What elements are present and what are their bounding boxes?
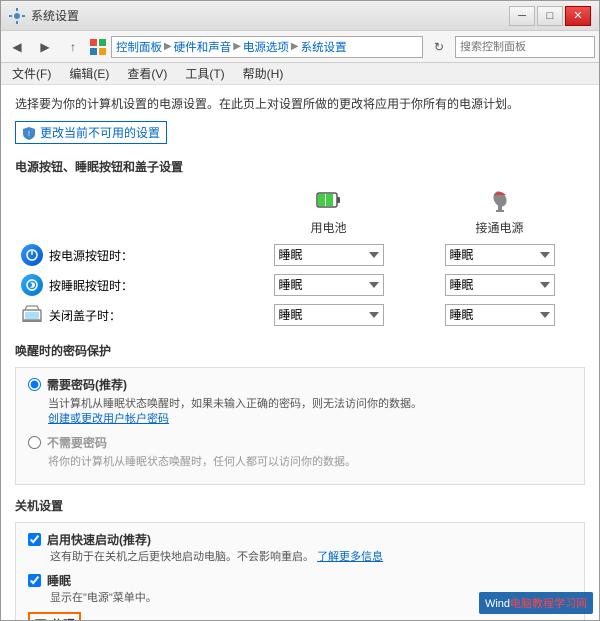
content-area: 选择要为你的计算机设置的电源设置。在此页上对设置所做的更改将应用于你所有的电源计… xyxy=(1,85,599,620)
shutdown-section-title: 关机设置 xyxy=(15,497,585,514)
breadcrumb-power[interactable]: 电源选项 xyxy=(243,39,289,55)
power-btn-battery-select[interactable]: 睡眠 关机 不采取任何操作 休眠 xyxy=(274,244,384,266)
windows-logo-icon xyxy=(89,38,107,56)
no-password-label: 不需要密码 xyxy=(47,434,107,451)
fast-startup-desc: 这有助于在关机之后更快地启动电脑。不会影响重启。 了解更多信息 xyxy=(50,550,572,565)
hibernate-checkbox[interactable] xyxy=(34,619,47,620)
title-bar-controls: ─ □ ✕ xyxy=(509,6,591,26)
search-input[interactable] xyxy=(460,41,600,53)
fast-startup-checkbox[interactable] xyxy=(28,533,41,546)
fast-startup-row: 启用快速启动(推荐) xyxy=(28,531,572,548)
menu-bar: 文件(F) 编辑(E) 查看(V) 工具(T) 帮助(H) xyxy=(1,63,599,85)
password-section-title: 唤醒时的密码保护 xyxy=(15,342,585,359)
refresh-button[interactable]: ↻ xyxy=(427,36,451,58)
lid-plugged-select[interactable]: 睡眠 关机 不采取任何操作 休眠 xyxy=(445,304,555,326)
address-bar: ◀ ▶ ↑ 控制面板 ▶ 硬件和声音 ▶ 电源选项 ▶ 系统设置 ↻ xyxy=(1,31,599,63)
breadcrumb-bar: 控制面板 ▶ 硬件和声音 ▶ 电源选项 ▶ 系统设置 xyxy=(111,36,423,58)
watermark-prefix: Wind xyxy=(485,598,510,610)
sleep-btn-plugged-select[interactable]: 睡眠 关机 不采取任何操作 休眠 xyxy=(445,274,555,296)
plug-icon xyxy=(486,187,514,215)
require-password-label: 需要密码(推荐) xyxy=(47,376,127,393)
power-button-label: 按电源按钮时： xyxy=(21,244,237,266)
power-circle-icon xyxy=(21,244,43,266)
power-buttons-title: 电源按钮、睡眠按钮和盖子设置 xyxy=(15,158,585,175)
back-button[interactable]: ◀ xyxy=(5,36,29,58)
main-window: 系统设置 ─ □ ✕ ◀ ▶ ↑ 控制面板 ▶ 硬件和声音 ▶ 电源选项 ▶ 系… xyxy=(0,0,600,621)
minimize-button[interactable]: ─ xyxy=(509,6,535,26)
lid-icon xyxy=(21,304,43,326)
forward-button[interactable]: ▶ xyxy=(33,36,57,58)
menu-view[interactable]: 查看(V) xyxy=(120,62,174,85)
window-icon xyxy=(9,8,25,24)
table-row: 按电源按钮时： 睡眠 关机 不采取任何操作 休眠 睡眠 xyxy=(15,240,585,270)
no-password-radio[interactable] xyxy=(28,436,41,449)
hibernate-highlight-box: 休眠 xyxy=(28,612,81,620)
lid-battery-select[interactable]: 睡眠 关机 不采取任何操作 休眠 xyxy=(274,304,384,326)
maximize-button[interactable]: □ xyxy=(537,6,563,26)
password-section: 需要密码(推荐) 当计算机从睡眠状态唤醒时，如果未输入正确的密码，则无法访问你的… xyxy=(15,367,585,485)
sleep-row: 睡眠 xyxy=(28,572,572,589)
shield-icon: ! xyxy=(22,126,36,140)
menu-edit[interactable]: 编辑(E) xyxy=(62,62,116,85)
require-password-group: 需要密码(推荐) 当计算机从睡眠状态唤醒时，如果未输入正确的密码，则无法访问你的… xyxy=(28,376,572,428)
sleep-checkbox[interactable] xyxy=(28,574,41,587)
intro-text: 选择要为你的计算机设置的电源设置。在此页上对设置所做的更改将应用于你所有的电源计… xyxy=(15,95,585,113)
watermark-highlight: 电脑教程学习网 xyxy=(510,598,587,610)
watermark: Wind电脑教程学习网 xyxy=(479,592,593,614)
battery-icon xyxy=(315,187,343,215)
change-settings-label: 更改当前不可用的设置 xyxy=(40,124,160,141)
power-button-icon xyxy=(26,249,38,261)
table-row: 按睡眠按钮时： 睡眠 关机 不采取任何操作 休眠 睡眠 xyxy=(15,270,585,300)
title-bar: 系统设置 ─ □ ✕ xyxy=(1,1,599,31)
power-btn-plugged-select[interactable]: 睡眠 关机 不采取任何操作 休眠 xyxy=(445,244,555,266)
col-plugged: 接通电源 xyxy=(414,183,585,240)
change-settings-link[interactable]: ! 更改当前不可用的设置 xyxy=(15,121,167,144)
col-battery: 用电池 xyxy=(243,183,414,240)
lid-label: 关闭盖子时： xyxy=(21,304,237,326)
svg-text:!: ! xyxy=(28,131,30,138)
sleep-label: 睡眠 xyxy=(47,572,71,589)
lid-svg-icon xyxy=(21,304,43,326)
breadcrumb-hardware[interactable]: 硬件和声音 xyxy=(174,39,232,55)
require-password-radio[interactable] xyxy=(28,378,41,391)
sleep-button-icon xyxy=(26,279,38,291)
search-box xyxy=(455,36,595,58)
hibernate-label: 休眠 xyxy=(51,616,75,620)
sleep-button-label: 按睡眠按钮时： xyxy=(21,274,237,296)
menu-tools[interactable]: 工具(T) xyxy=(178,62,231,85)
fast-startup-label: 启用快速启动(推荐) xyxy=(47,531,151,548)
window-title: 系统设置 xyxy=(31,7,79,24)
breadcrumb-system[interactable]: 系统设置 xyxy=(301,39,347,55)
menu-help[interactable]: 帮助(H) xyxy=(236,62,291,85)
power-table: 用电池 接通电源 xyxy=(15,183,585,330)
learn-more-link[interactable]: 了解更多信息 xyxy=(317,551,383,563)
table-row: 关闭盖子时： 睡眠 关机 不采取任何操作 休眠 睡眠 xyxy=(15,300,585,330)
menu-file[interactable]: 文件(F) xyxy=(5,62,58,85)
breadcrumb-controlpanel[interactable]: 控制面板 xyxy=(116,39,162,55)
no-password-group: 不需要密码 将你的计算机从睡眠状态唤醒时，任何人都可以访问你的数据。 xyxy=(28,434,572,470)
up-button[interactable]: ↑ xyxy=(61,36,85,58)
close-button[interactable]: ✕ xyxy=(565,6,591,26)
sleep-circle-icon xyxy=(21,274,43,296)
sleep-btn-battery-select[interactable]: 睡眠 关机 不采取任何操作 休眠 xyxy=(274,274,384,296)
title-bar-left: 系统设置 xyxy=(9,7,79,24)
create-password-link[interactable]: 创建或更改用户帐户密码 xyxy=(48,413,169,425)
no-password-desc: 将你的计算机从睡眠状态唤醒时，任何人都可以访问你的数据。 xyxy=(48,455,572,470)
require-password-desc: 当计算机从睡眠状态唤醒时，如果未输入正确的密码，则无法访问你的数据。 创建或更改… xyxy=(48,397,572,428)
